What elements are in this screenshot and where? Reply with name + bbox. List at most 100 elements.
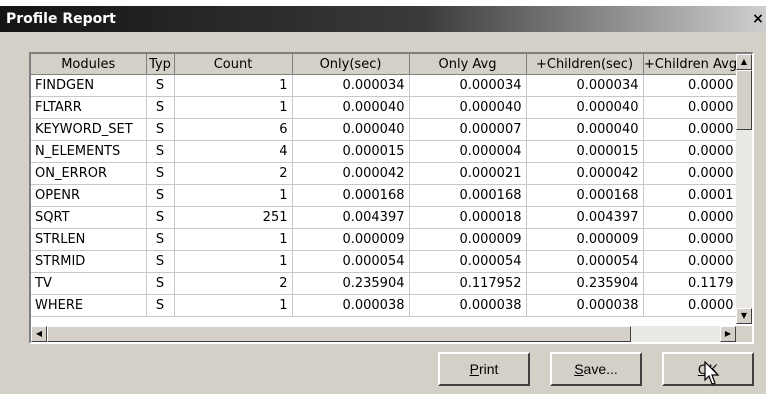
cell-children-avg: 0.0000 <box>643 206 739 229</box>
column-header-modules[interactable]: Modules <box>31 54 147 75</box>
profile-table: Modules Typ Count Only(sec) Only Avg +Ch… <box>31 54 739 317</box>
table-row[interactable]: OPENR S 1 0.000168 0.000168 0.000168 0.0001 <box>31 184 739 207</box>
table-header-row: Modules Typ Count Only(sec) Only Avg +Ch… <box>31 54 739 75</box>
cell-module-type: S <box>146 206 175 229</box>
table-row[interactable]: FLTARR S 1 0.000040 0.000040 0.000040 0.0000 <box>31 96 739 119</box>
cell-children-sec: 0.000042 <box>526 162 644 185</box>
cell-module-name: N_ELEMENTS <box>31 140 147 163</box>
column-header-only-sec[interactable]: Only(sec) <box>292 54 410 75</box>
cell-children-avg: 0.0000 <box>643 96 739 119</box>
cell-only-sec: 0.000009 <box>292 228 410 251</box>
cell-children-avg: 0.0000 <box>643 228 739 251</box>
horizontal-scroll-thumb[interactable] <box>47 326 631 342</box>
cell-children-sec: 0.000054 <box>526 250 644 273</box>
table-row[interactable]: WHERE S 1 0.000038 0.000038 0.000038 0.0000 <box>31 294 739 317</box>
cell-module-name: STRMID <box>31 250 147 273</box>
cell-call-count: 1 <box>174 96 293 119</box>
scroll-up-arrow-icon[interactable]: ▲ <box>736 54 752 70</box>
print-label: rint <box>478 361 499 377</box>
mouse-pointer-icon <box>704 361 720 385</box>
cell-module-name: ON_ERROR <box>31 162 147 185</box>
cell-call-count: 6 <box>174 118 293 141</box>
cell-children-sec: 0.000009 <box>526 228 644 251</box>
cell-only-avg: 0.000018 <box>409 206 527 229</box>
cell-module-type: S <box>146 184 175 207</box>
cell-only-avg: 0.000034 <box>409 74 527 97</box>
column-header-only-avg[interactable]: Only Avg <box>409 54 527 75</box>
cell-module-name: FLTARR <box>31 96 147 119</box>
column-header-count[interactable]: Count <box>174 54 293 75</box>
cell-only-avg: 0.000040 <box>409 96 527 119</box>
cell-children-avg: 0.0000 <box>643 118 739 141</box>
table-row[interactable]: SQRT S 251 0.004397 0.000018 0.004397 0.0000 <box>31 206 739 229</box>
cell-module-type: S <box>146 294 175 317</box>
scroll-down-arrow-icon[interactable]: ▼ <box>736 308 752 324</box>
scroll-left-arrow-icon[interactable]: ◀ <box>31 326 47 342</box>
table-row[interactable]: KEYWORD_SET S 6 0.000040 0.000007 0.000040 0.0… <box>31 118 739 141</box>
cell-call-count: 2 <box>174 272 293 295</box>
cell-module-name: TV <box>31 272 147 295</box>
cell-only-sec: 0.000168 <box>292 184 410 207</box>
cell-children-avg: 0.0000 <box>643 74 739 97</box>
table-row[interactable]: STRLEN S 1 0.000009 0.000009 0.000009 0.0000 <box>31 228 739 251</box>
cell-children-avg: 0.0000 <box>643 294 739 317</box>
cell-call-count: 1 <box>174 250 293 273</box>
cell-children-sec: 0.000015 <box>526 140 644 163</box>
cell-children-sec: 0.004397 <box>526 206 644 229</box>
table-row[interactable]: ON_ERROR S 2 0.000042 0.000021 0.000042 0.0000 <box>31 162 739 185</box>
close-icon[interactable]: × <box>750 10 766 28</box>
table-row[interactable]: STRMID S 1 0.000054 0.000054 0.000054 0.0000 <box>31 250 739 273</box>
cell-call-count: 1 <box>174 228 293 251</box>
cell-module-name: FINDGEN <box>31 74 147 97</box>
column-header-children-avg[interactable]: +Children Avg <box>643 54 739 75</box>
cell-module-name: SQRT <box>31 206 147 229</box>
cell-only-avg: 0.000004 <box>409 140 527 163</box>
cell-call-count: 2 <box>174 162 293 185</box>
print-mnemonic: P <box>469 361 479 377</box>
cell-children-avg: 0.0000 <box>643 250 739 273</box>
print-button[interactable]: Print <box>438 352 530 386</box>
vertical-scrollbar[interactable]: ▲ ▼ <box>736 54 752 324</box>
vertical-scroll-thumb[interactable] <box>736 70 752 130</box>
cell-only-avg: 0.000009 <box>409 228 527 251</box>
cell-children-avg: 0.0000 <box>643 162 739 185</box>
title-bar[interactable]: Profile Report × <box>0 6 766 32</box>
cell-only-avg: 0.000168 <box>409 184 527 207</box>
profile-grid[interactable]: Modules Typ Count Only(sec) Only Avg +Ch… <box>29 52 754 344</box>
cell-children-sec: 0.000168 <box>526 184 644 207</box>
cell-children-sec: 0.000040 <box>526 96 644 119</box>
cell-module-name: KEYWORD_SET <box>31 118 147 141</box>
scroll-right-arrow-icon[interactable]: ▶ <box>720 326 736 342</box>
cell-children-sec: 0.235904 <box>526 272 644 295</box>
cell-call-count: 4 <box>174 140 293 163</box>
cell-only-avg: 0.000054 <box>409 250 527 273</box>
table-row[interactable]: FINDGEN S 1 0.000034 0.000034 0.000034 0.0000 <box>31 74 739 97</box>
cell-only-avg: 0.000007 <box>409 118 527 141</box>
cell-call-count: 1 <box>174 184 293 207</box>
cell-module-type: S <box>146 250 175 273</box>
cell-module-type: S <box>146 162 175 185</box>
cell-call-count: 1 <box>174 294 293 317</box>
cell-only-avg: 0.000038 <box>409 294 527 317</box>
scrollbar-corner <box>736 326 752 342</box>
cell-module-name: OPENR <box>31 184 147 207</box>
cell-call-count: 1 <box>174 74 293 97</box>
column-header-type[interactable]: Typ <box>146 54 175 75</box>
cell-only-sec: 0.000034 <box>292 74 410 97</box>
cell-only-sec: 0.000054 <box>292 250 410 273</box>
save-label: ave... <box>583 361 618 377</box>
cell-children-avg: 0.0001 <box>643 184 739 207</box>
table-row[interactable]: TV S 2 0.235904 0.117952 0.235904 0.1179 <box>31 272 739 295</box>
save-button[interactable]: Save... <box>550 352 642 386</box>
column-header-children-sec[interactable]: +Children(sec) <box>526 54 644 75</box>
profile-report-window: Profile Report × Modules Typ Count Only(… <box>0 6 766 394</box>
table-row[interactable]: N_ELEMENTS S 4 0.000015 0.000004 0.000015 0.00… <box>31 140 739 163</box>
cell-only-sec: 0.000040 <box>292 96 410 119</box>
save-mnemonic: S <box>574 361 584 377</box>
cell-module-type: S <box>146 228 175 251</box>
horizontal-scrollbar[interactable]: ◀ ▶ <box>31 326 736 342</box>
cell-module-type: S <box>146 140 175 163</box>
cell-module-type: S <box>146 96 175 119</box>
cell-only-sec: 0.000038 <box>292 294 410 317</box>
cell-only-sec: 0.000040 <box>292 118 410 141</box>
